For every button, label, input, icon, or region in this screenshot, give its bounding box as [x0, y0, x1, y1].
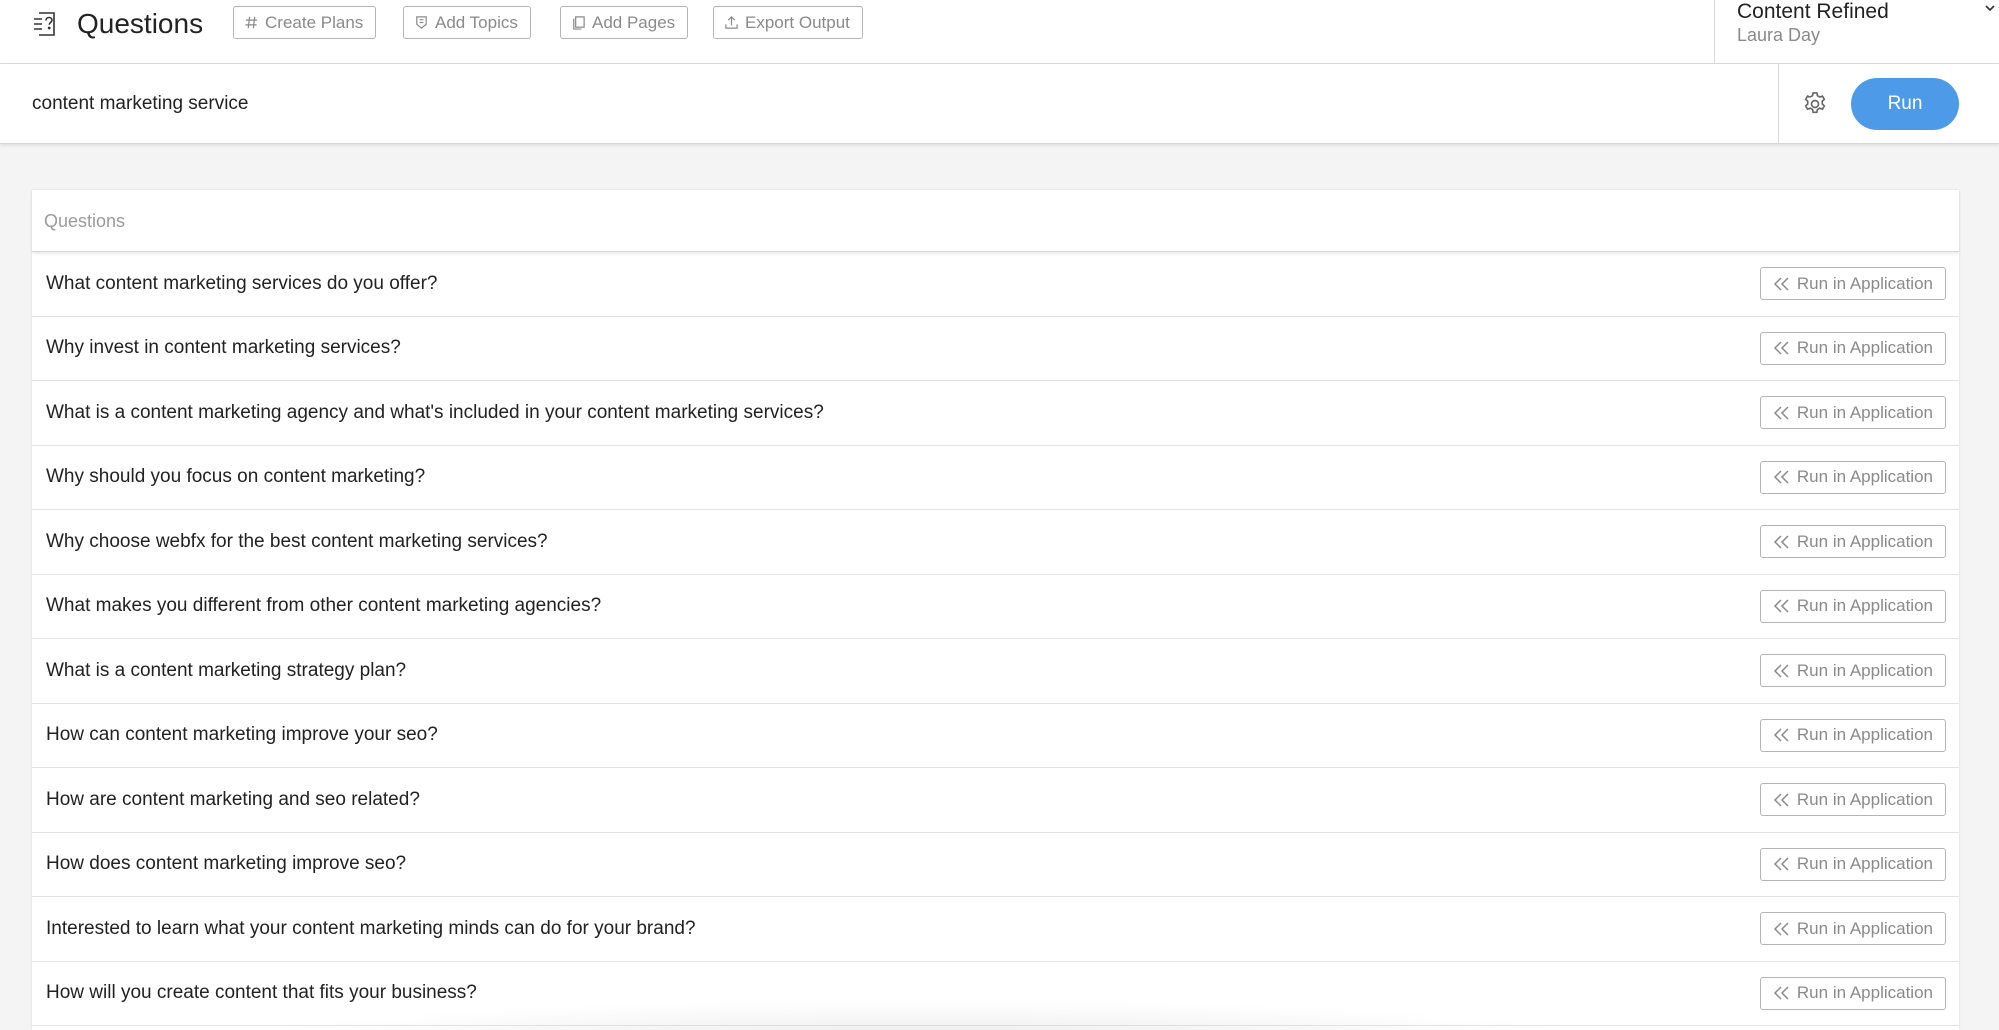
question-text: What is a content marketing agency and w… [46, 401, 824, 423]
double-chevron-left-icon [1773, 470, 1789, 484]
double-chevron-left-icon [1773, 857, 1789, 871]
question-text: Interested to learn what your content ma… [46, 917, 696, 939]
create-plans-button[interactable]: Create Plans [233, 6, 377, 39]
run-in-application-button[interactable]: Run in Application [1759, 847, 1946, 881]
question-row: Why should you focus on content marketin… [32, 446, 1959, 510]
double-chevron-left-icon [1773, 599, 1789, 613]
run-in-application-label: Run in Application [1796, 789, 1933, 809]
question-text: Why choose webfx for the best content ma… [46, 530, 548, 552]
export-output-button[interactable]: Export Output [713, 6, 863, 39]
run-in-application-button[interactable]: Run in Application [1759, 589, 1946, 623]
question-row: What content marketing services do you o… [32, 252, 1959, 317]
question-row: What makes you different from other cont… [32, 575, 1959, 639]
double-chevron-left-icon [1773, 277, 1789, 291]
question-row: What is a content marketing agency and w… [32, 381, 1959, 446]
run-in-application-label: Run in Application [1796, 983, 1933, 1003]
panel-header: Questions [32, 190, 1959, 252]
run-in-application-button[interactable]: Run in Application [1759, 267, 1946, 301]
search-input[interactable] [32, 84, 1732, 124]
run-in-application-button[interactable]: Run in Application [1759, 396, 1946, 430]
question-row: Why invest in content marketing services… [32, 317, 1959, 381]
gear-icon[interactable] [1801, 90, 1829, 118]
question-row: Why choose webfx for the best content ma… [32, 510, 1959, 575]
search-bar: Run [0, 64, 1999, 144]
run-in-application-label: Run in Application [1796, 854, 1933, 874]
question-text: How will you create content that fits yo… [46, 982, 477, 1004]
question-row: How are content marketing and seo relate… [32, 768, 1959, 833]
add-topics-label: Add Topics [435, 13, 518, 32]
question-text: How does content marketing improve seo? [46, 853, 407, 875]
topic-icon [416, 16, 427, 29]
run-in-application-label: Run in Application [1796, 273, 1933, 293]
run-in-application-button[interactable]: Run in Application [1759, 783, 1946, 817]
question-text: What is a content marketing strategy pla… [46, 659, 407, 681]
double-chevron-left-icon [1773, 664, 1789, 678]
add-pages-button[interactable]: Add Pages [560, 6, 689, 39]
run-in-application-label: Run in Application [1796, 660, 1933, 680]
question-row: Interested to learn what your content ma… [32, 897, 1959, 962]
question-row: How can content marketing improve your s… [32, 704, 1959, 768]
run-in-application-button[interactable]: Run in Application [1759, 912, 1946, 946]
run-in-application-button[interactable]: Run in Application [1759, 331, 1946, 365]
question-text: How are content marketing and seo relate… [46, 788, 420, 810]
export-output-label: Export Output [745, 13, 850, 32]
question-text: Why invest in content marketing services… [46, 337, 401, 359]
double-chevron-left-icon [1773, 728, 1789, 742]
question-row: What is a content marketing strategy pla… [32, 639, 1959, 704]
project-name: Content Refined [1737, 0, 1889, 23]
add-pages-label: Add Pages [592, 13, 676, 32]
question-text: Why should you focus on content marketin… [46, 466, 426, 488]
search-divider [1778, 64, 1779, 144]
questions-list-icon [34, 12, 55, 36]
project-owner: Laura Day [1737, 25, 1821, 45]
add-topics-button[interactable]: Add Topics [403, 6, 531, 39]
create-plans-label: Create Plans [265, 13, 364, 32]
double-chevron-left-icon [1773, 406, 1789, 420]
run-in-application-label: Run in Application [1796, 596, 1933, 616]
top-header: Questions Create Plans Add Topics Add Pa… [0, 0, 1999, 64]
run-in-application-label: Run in Application [1796, 725, 1933, 745]
run-in-application-button[interactable]: Run in Application [1759, 654, 1946, 688]
questions-panel: Questions What content marketing service… [32, 190, 1959, 1030]
chevron-down-icon[interactable] [1981, 0, 1999, 18]
question-row: How does content marketing improve seo? R… [32, 833, 1959, 897]
double-chevron-left-icon [1773, 922, 1789, 936]
run-in-application-button[interactable]: Run in Application [1759, 976, 1946, 1010]
double-chevron-left-icon [1773, 793, 1789, 807]
export-icon [725, 16, 738, 29]
double-chevron-left-icon [1773, 535, 1789, 549]
run-button[interactable]: Run [1851, 78, 1959, 130]
run-in-application-label: Run in Application [1796, 918, 1933, 938]
question-text: How can content marketing improve your s… [46, 724, 438, 746]
page-title: Questions [77, 8, 204, 39]
question-text: What content marketing services do you o… [46, 272, 438, 294]
questions-list: What content marketing services do you o… [32, 252, 1959, 1026]
project-selector[interactable]: Content Refined Laura Day [1714, 0, 1999, 64]
run-in-application-label: Run in Application [1796, 531, 1933, 551]
run-in-application-button[interactable]: Run in Application [1759, 718, 1946, 752]
run-in-application-label: Run in Application [1796, 467, 1933, 487]
pages-icon [573, 16, 585, 30]
run-in-application-label: Run in Application [1796, 338, 1933, 358]
run-in-application-label: Run in Application [1796, 402, 1933, 422]
hash-icon [245, 16, 258, 29]
double-chevron-left-icon [1773, 986, 1789, 1000]
question-row: How will you create content that fits yo… [32, 962, 1959, 1026]
double-chevron-left-icon [1773, 341, 1789, 355]
run-in-application-button[interactable]: Run in Application [1759, 460, 1946, 494]
question-text: What makes you different from other cont… [46, 595, 602, 617]
run-in-application-button[interactable]: Run in Application [1759, 525, 1946, 559]
